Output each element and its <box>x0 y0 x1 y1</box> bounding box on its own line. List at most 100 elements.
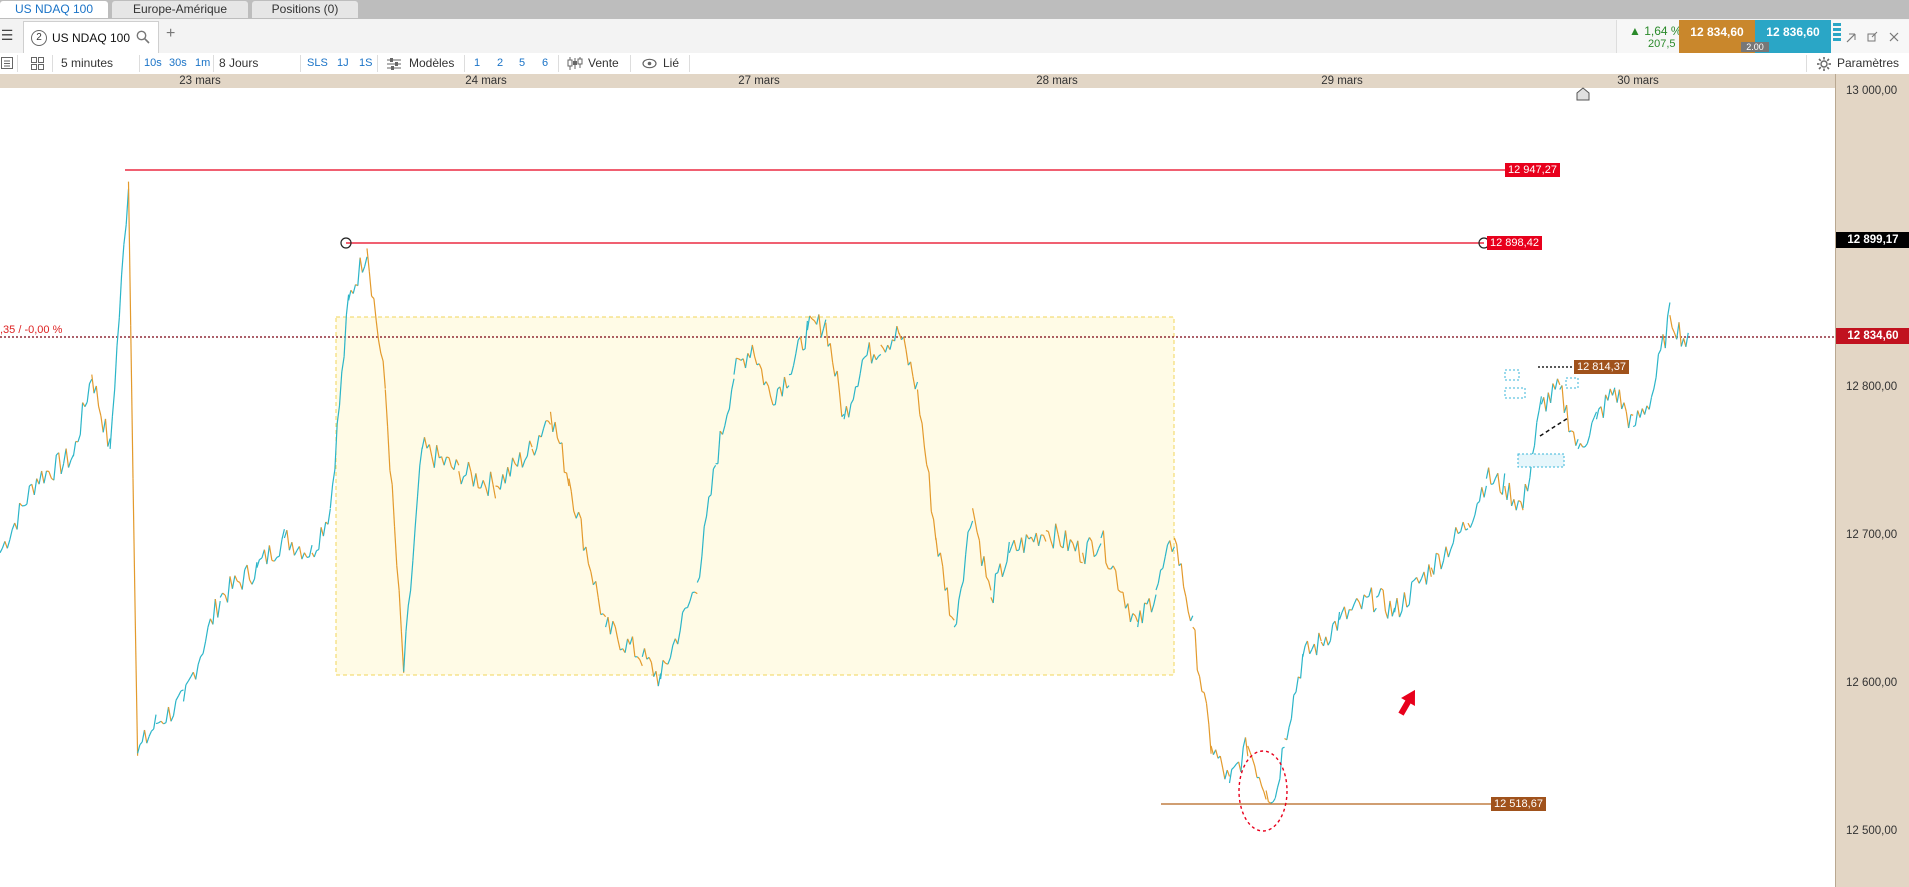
price-tick-segment <box>1176 544 1180 566</box>
price-tick-segment <box>345 294 350 315</box>
trend-dashed-line[interactable] <box>1539 417 1569 437</box>
price-tick-segment <box>150 728 155 732</box>
price-tick-segment <box>1607 388 1611 401</box>
order-marker[interactable] <box>1504 387 1526 399</box>
price-tick-segment <box>86 383 91 403</box>
price-tick-segment <box>172 700 177 716</box>
price-tick-segment <box>24 503 28 507</box>
templates-sliders-icon[interactable] <box>387 58 401 70</box>
price-tick-segment <box>1425 564 1430 585</box>
price-tick-segment <box>121 244 125 275</box>
sell-side-button[interactable]: Vente <box>588 56 619 70</box>
layout-6-button[interactable]: 6 <box>542 57 548 69</box>
price-tick-segment <box>202 641 207 654</box>
price-tick-segment <box>1045 530 1049 533</box>
range-sls-button[interactable]: SLS <box>307 57 328 69</box>
price-tick-segment <box>1655 354 1659 378</box>
price-tick-segment <box>1295 676 1299 693</box>
range-select[interactable]: 8 Jours <box>219 56 258 70</box>
price-axis[interactable]: 13 000,00 12 800,00 12 700,00 12 600,00 … <box>1835 74 1909 887</box>
price-tick-segment <box>204 626 209 642</box>
price-tick-segment <box>1343 606 1348 620</box>
tab-europe-amerique[interactable]: Europe-Amérique <box>112 1 248 18</box>
level-tag-12947[interactable]: 12 947,27 <box>1505 163 1560 177</box>
popout-icon[interactable] <box>1867 31 1878 42</box>
tab-label: Europe-Amérique <box>132 2 228 16</box>
price-tick-segment <box>1561 385 1565 413</box>
list-icon[interactable] <box>1 57 13 69</box>
layout-1-button[interactable]: 1 <box>474 57 480 69</box>
price-tick-segment <box>84 401 88 407</box>
price-tick-segment <box>276 555 280 558</box>
add-tab-plus-icon[interactable]: + <box>166 25 175 43</box>
home-icon[interactable] <box>1576 87 1590 101</box>
price-tick-segment <box>1387 600 1391 619</box>
price-chart[interactable] <box>0 88 1835 887</box>
price-tick-segment <box>1572 431 1577 446</box>
price-tick-segment <box>158 720 162 724</box>
price-tick-segment <box>53 454 57 481</box>
price-tick-segment <box>366 248 370 272</box>
eye-link-icon[interactable] <box>642 58 657 69</box>
range-1j-button[interactable]: 1J <box>337 57 349 69</box>
level-tag-12518[interactable]: 12 518,67 <box>1491 797 1546 811</box>
grid-layout-icon[interactable] <box>31 57 45 70</box>
price-tick-segment <box>237 580 241 583</box>
tab-positions[interactable]: Positions (0) <box>252 1 358 18</box>
close-icon[interactable] <box>1889 32 1899 42</box>
templates-button[interactable]: Modèles <box>409 56 454 70</box>
interval-1m-button[interactable]: 1m <box>195 57 210 69</box>
price-tick-segment <box>43 470 48 484</box>
date-tick-label: 23 mars <box>179 75 221 87</box>
price-tick-segment <box>329 484 334 509</box>
price-tick-segment <box>6 539 11 549</box>
candlestick-icon[interactable] <box>567 57 583 70</box>
price-tick-segment <box>63 448 67 464</box>
layout-2-button[interactable]: 2 <box>497 57 503 69</box>
interval-30s-button[interactable]: 30s <box>169 57 187 69</box>
depth-bars-icon[interactable] <box>1833 22 1841 50</box>
price-tick-segment <box>16 503 21 530</box>
search-icon[interactable] <box>136 30 150 44</box>
price-tick-segment <box>368 271 373 297</box>
level-tag-12898[interactable]: 12 898,42 <box>1487 236 1542 250</box>
price-tick-segment <box>1472 514 1476 523</box>
price-tick-segment <box>187 676 192 682</box>
price-tick-segment <box>229 576 233 589</box>
price-tick-segment <box>1618 389 1623 410</box>
price-tick-segment <box>293 550 298 556</box>
price-tick-segment <box>1497 473 1501 492</box>
price-tick-segment <box>273 556 278 562</box>
level-tag-12814[interactable]: 12 814,37 <box>1574 360 1629 374</box>
spread-badge: 2.00 <box>1741 42 1769 52</box>
order-marker[interactable] <box>1565 377 1579 389</box>
range-1s-button[interactable]: 1S <box>359 57 372 69</box>
hamburger-menu-icon[interactable]: ☰ <box>0 27 14 44</box>
price-tick-segment <box>736 357 739 360</box>
price-tick-segment <box>167 706 172 722</box>
order-marker[interactable] <box>1517 453 1565 468</box>
date-tick-label: 24 mars <box>465 75 507 87</box>
interval-10s-button[interactable]: 10s <box>144 57 162 69</box>
collapse-icon[interactable] <box>1846 33 1856 43</box>
price-tick-segment <box>1566 404 1570 432</box>
price-tick-segment <box>1577 443 1581 450</box>
interval-select[interactable]: 5 minutes <box>61 56 113 70</box>
instrument-tab[interactable]: 2 US NDAQ 100 <box>23 21 159 53</box>
price-tick-segment <box>1644 405 1648 415</box>
price-tick-segment <box>212 599 216 625</box>
order-marker[interactable] <box>1504 369 1520 381</box>
price-tick-segment <box>1584 443 1588 448</box>
price-tick-segment <box>41 470 45 484</box>
linked-button[interactable]: Lié <box>663 56 679 70</box>
price-tick-segment <box>219 592 224 598</box>
price-tick-segment <box>322 521 327 537</box>
price-tick-segment <box>163 722 167 725</box>
price-tick-segment <box>65 448 70 468</box>
tab-us-ndaq-100[interactable]: US NDAQ 100 <box>0 1 108 18</box>
price-tick-segment <box>1438 554 1442 570</box>
settings-button[interactable]: Paramètres <box>1837 56 1899 70</box>
settings-gear-icon[interactable] <box>1817 57 1831 71</box>
range-box[interactable] <box>335 316 1175 676</box>
layout-5-button[interactable]: 5 <box>519 57 525 69</box>
